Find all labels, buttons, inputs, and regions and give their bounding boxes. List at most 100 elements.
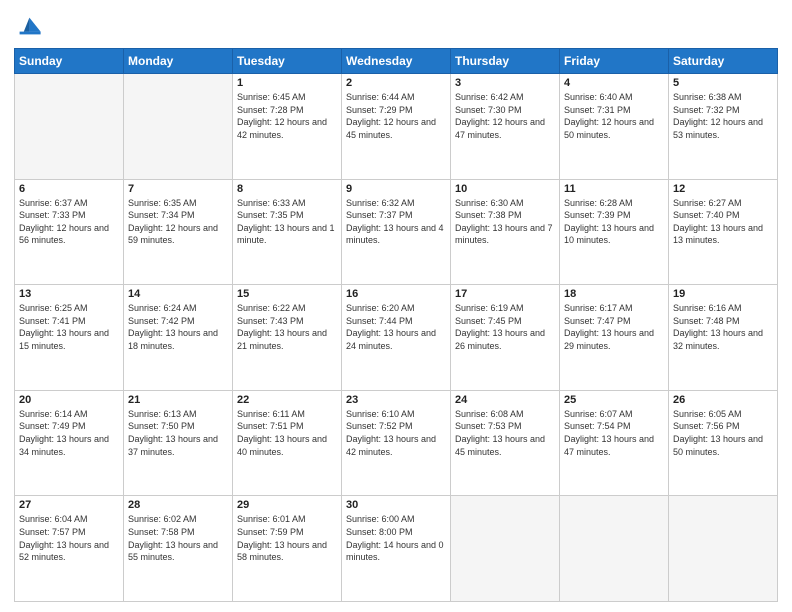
- day-info: Sunrise: 6:20 AMSunset: 7:44 PMDaylight:…: [346, 302, 446, 352]
- calendar-cell: 9 Sunrise: 6:32 AMSunset: 7:37 PMDayligh…: [342, 179, 451, 285]
- day-info: Sunrise: 6:22 AMSunset: 7:43 PMDaylight:…: [237, 302, 337, 352]
- day-header-friday: Friday: [560, 49, 669, 74]
- calendar-cell: [451, 496, 560, 602]
- day-info: Sunrise: 6:45 AMSunset: 7:28 PMDaylight:…: [237, 91, 337, 141]
- calendar-cell: 25 Sunrise: 6:07 AMSunset: 7:54 PMDaylig…: [560, 390, 669, 496]
- day-number: 19: [673, 288, 773, 300]
- day-info: Sunrise: 6:17 AMSunset: 7:47 PMDaylight:…: [564, 302, 664, 352]
- day-info: Sunrise: 6:19 AMSunset: 7:45 PMDaylight:…: [455, 302, 555, 352]
- day-number: 10: [455, 183, 555, 195]
- calendar-cell: 29 Sunrise: 6:01 AMSunset: 7:59 PMDaylig…: [233, 496, 342, 602]
- week-row-3: 13 Sunrise: 6:25 AMSunset: 7:41 PMDaylig…: [15, 285, 778, 391]
- calendar-cell: 27 Sunrise: 6:04 AMSunset: 7:57 PMDaylig…: [15, 496, 124, 602]
- calendar-cell: 23 Sunrise: 6:10 AMSunset: 7:52 PMDaylig…: [342, 390, 451, 496]
- day-number: 3: [455, 77, 555, 89]
- week-row-2: 6 Sunrise: 6:37 AMSunset: 7:33 PMDayligh…: [15, 179, 778, 285]
- day-number: 18: [564, 288, 664, 300]
- calendar-cell: 12 Sunrise: 6:27 AMSunset: 7:40 PMDaylig…: [669, 179, 778, 285]
- day-info: Sunrise: 6:42 AMSunset: 7:30 PMDaylight:…: [455, 91, 555, 141]
- calendar-cell: [669, 496, 778, 602]
- day-info: Sunrise: 6:28 AMSunset: 7:39 PMDaylight:…: [564, 197, 664, 247]
- day-info: Sunrise: 6:25 AMSunset: 7:41 PMDaylight:…: [19, 302, 119, 352]
- day-number: 9: [346, 183, 446, 195]
- calendar-cell: 2 Sunrise: 6:44 AMSunset: 7:29 PMDayligh…: [342, 74, 451, 180]
- day-number: 30: [346, 499, 446, 511]
- day-number: 14: [128, 288, 228, 300]
- day-number: 16: [346, 288, 446, 300]
- calendar-cell: [560, 496, 669, 602]
- calendar-cell: 11 Sunrise: 6:28 AMSunset: 7:39 PMDaylig…: [560, 179, 669, 285]
- logo-icon: [14, 12, 42, 40]
- day-number: 13: [19, 288, 119, 300]
- calendar-cell: 16 Sunrise: 6:20 AMSunset: 7:44 PMDaylig…: [342, 285, 451, 391]
- day-info: Sunrise: 6:14 AMSunset: 7:49 PMDaylight:…: [19, 408, 119, 458]
- calendar-body: 1 Sunrise: 6:45 AMSunset: 7:28 PMDayligh…: [15, 74, 778, 602]
- day-number: 15: [237, 288, 337, 300]
- day-header-tuesday: Tuesday: [233, 49, 342, 74]
- calendar-cell: 22 Sunrise: 6:11 AMSunset: 7:51 PMDaylig…: [233, 390, 342, 496]
- calendar-cell: 15 Sunrise: 6:22 AMSunset: 7:43 PMDaylig…: [233, 285, 342, 391]
- day-info: Sunrise: 6:33 AMSunset: 7:35 PMDaylight:…: [237, 197, 337, 247]
- calendar-cell: 17 Sunrise: 6:19 AMSunset: 7:45 PMDaylig…: [451, 285, 560, 391]
- day-number: 20: [19, 394, 119, 406]
- calendar-cell: 20 Sunrise: 6:14 AMSunset: 7:49 PMDaylig…: [15, 390, 124, 496]
- calendar-cell: 18 Sunrise: 6:17 AMSunset: 7:47 PMDaylig…: [560, 285, 669, 391]
- calendar-cell: [15, 74, 124, 180]
- calendar-cell: 7 Sunrise: 6:35 AMSunset: 7:34 PMDayligh…: [124, 179, 233, 285]
- day-number: 28: [128, 499, 228, 511]
- week-row-1: 1 Sunrise: 6:45 AMSunset: 7:28 PMDayligh…: [15, 74, 778, 180]
- day-info: Sunrise: 6:30 AMSunset: 7:38 PMDaylight:…: [455, 197, 555, 247]
- day-number: 1: [237, 77, 337, 89]
- days-of-week-row: SundayMondayTuesdayWednesdayThursdayFrid…: [15, 49, 778, 74]
- calendar-cell: 4 Sunrise: 6:40 AMSunset: 7:31 PMDayligh…: [560, 74, 669, 180]
- calendar-cell: 26 Sunrise: 6:05 AMSunset: 7:56 PMDaylig…: [669, 390, 778, 496]
- day-number: 24: [455, 394, 555, 406]
- day-number: 12: [673, 183, 773, 195]
- day-info: Sunrise: 6:44 AMSunset: 7:29 PMDaylight:…: [346, 91, 446, 141]
- day-info: Sunrise: 6:07 AMSunset: 7:54 PMDaylight:…: [564, 408, 664, 458]
- calendar-cell: 13 Sunrise: 6:25 AMSunset: 7:41 PMDaylig…: [15, 285, 124, 391]
- day-info: Sunrise: 6:27 AMSunset: 7:40 PMDaylight:…: [673, 197, 773, 247]
- day-number: 23: [346, 394, 446, 406]
- day-info: Sunrise: 6:04 AMSunset: 7:57 PMDaylight:…: [19, 513, 119, 563]
- page: SundayMondayTuesdayWednesdayThursdayFrid…: [0, 0, 792, 612]
- calendar-cell: 1 Sunrise: 6:45 AMSunset: 7:28 PMDayligh…: [233, 74, 342, 180]
- day-header-monday: Monday: [124, 49, 233, 74]
- calendar-cell: 21 Sunrise: 6:13 AMSunset: 7:50 PMDaylig…: [124, 390, 233, 496]
- calendar-cell: 8 Sunrise: 6:33 AMSunset: 7:35 PMDayligh…: [233, 179, 342, 285]
- day-info: Sunrise: 6:00 AMSunset: 8:00 PMDaylight:…: [346, 513, 446, 563]
- calendar-table: SundayMondayTuesdayWednesdayThursdayFrid…: [14, 48, 778, 602]
- day-number: 21: [128, 394, 228, 406]
- calendar-cell: 5 Sunrise: 6:38 AMSunset: 7:32 PMDayligh…: [669, 74, 778, 180]
- day-info: Sunrise: 6:02 AMSunset: 7:58 PMDaylight:…: [128, 513, 228, 563]
- day-number: 5: [673, 77, 773, 89]
- day-number: 11: [564, 183, 664, 195]
- day-header-wednesday: Wednesday: [342, 49, 451, 74]
- week-row-4: 20 Sunrise: 6:14 AMSunset: 7:49 PMDaylig…: [15, 390, 778, 496]
- calendar-cell: 6 Sunrise: 6:37 AMSunset: 7:33 PMDayligh…: [15, 179, 124, 285]
- day-header-sunday: Sunday: [15, 49, 124, 74]
- day-info: Sunrise: 6:01 AMSunset: 7:59 PMDaylight:…: [237, 513, 337, 563]
- calendar-cell: 10 Sunrise: 6:30 AMSunset: 7:38 PMDaylig…: [451, 179, 560, 285]
- day-header-saturday: Saturday: [669, 49, 778, 74]
- calendar-cell: 3 Sunrise: 6:42 AMSunset: 7:30 PMDayligh…: [451, 74, 560, 180]
- logo: [14, 12, 46, 40]
- day-number: 2: [346, 77, 446, 89]
- week-row-5: 27 Sunrise: 6:04 AMSunset: 7:57 PMDaylig…: [15, 496, 778, 602]
- day-number: 29: [237, 499, 337, 511]
- day-number: 8: [237, 183, 337, 195]
- calendar-cell: 24 Sunrise: 6:08 AMSunset: 7:53 PMDaylig…: [451, 390, 560, 496]
- day-number: 22: [237, 394, 337, 406]
- calendar-cell: [124, 74, 233, 180]
- day-info: Sunrise: 6:05 AMSunset: 7:56 PMDaylight:…: [673, 408, 773, 458]
- calendar-cell: 19 Sunrise: 6:16 AMSunset: 7:48 PMDaylig…: [669, 285, 778, 391]
- calendar-cell: 14 Sunrise: 6:24 AMSunset: 7:42 PMDaylig…: [124, 285, 233, 391]
- calendar-cell: 30 Sunrise: 6:00 AMSunset: 8:00 PMDaylig…: [342, 496, 451, 602]
- day-header-thursday: Thursday: [451, 49, 560, 74]
- calendar-header: SundayMondayTuesdayWednesdayThursdayFrid…: [15, 49, 778, 74]
- day-info: Sunrise: 6:10 AMSunset: 7:52 PMDaylight:…: [346, 408, 446, 458]
- day-info: Sunrise: 6:08 AMSunset: 7:53 PMDaylight:…: [455, 408, 555, 458]
- day-info: Sunrise: 6:38 AMSunset: 7:32 PMDaylight:…: [673, 91, 773, 141]
- day-number: 4: [564, 77, 664, 89]
- day-number: 27: [19, 499, 119, 511]
